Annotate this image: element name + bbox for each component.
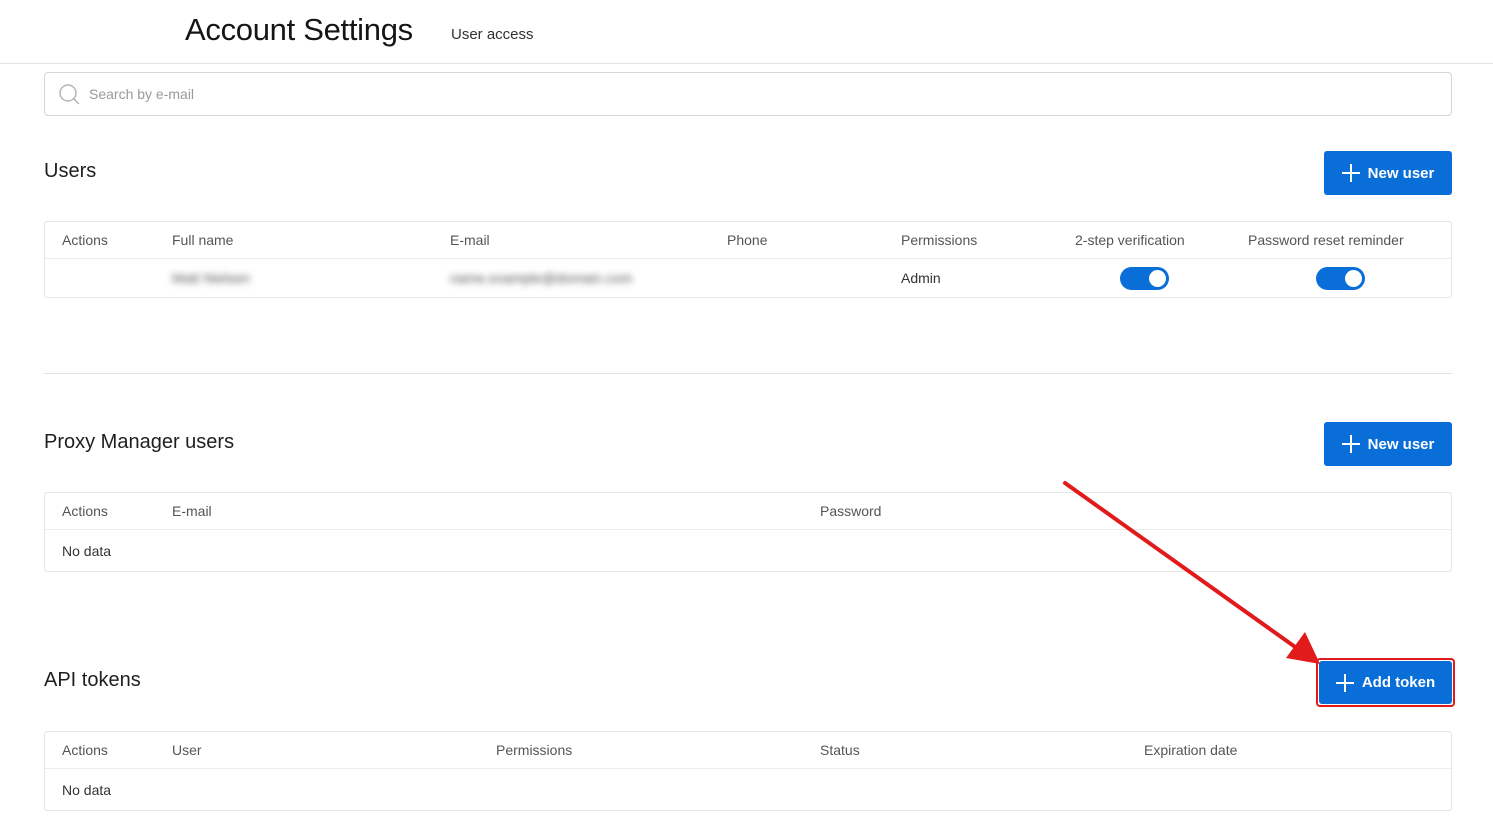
column-header-password-reset-reminder[interactable]: Password reset reminder xyxy=(1248,222,1404,258)
search-input[interactable] xyxy=(89,81,1429,107)
column-header-email[interactable]: E-mail xyxy=(172,493,212,529)
no-data-text: No data xyxy=(62,781,112,798)
password-reset-reminder-toggle[interactable] xyxy=(1316,266,1365,290)
page-title: Account Settings xyxy=(185,12,413,47)
annotation-highlight-box xyxy=(1316,658,1455,707)
column-header-actions: Actions xyxy=(62,232,108,248)
two-step-verification-toggle[interactable] xyxy=(1120,266,1169,290)
column-header-status[interactable]: Status xyxy=(820,732,860,768)
page-header: Account Settings User access xyxy=(0,0,1493,64)
annotation-arrow-icon xyxy=(1063,481,1320,664)
search-icon xyxy=(58,83,80,105)
section-divider xyxy=(44,373,1452,374)
column-header-phone[interactable]: Phone xyxy=(727,222,767,258)
users-table-header: Actions Full name E-mail Phone Permissio… xyxy=(45,222,1451,259)
column-header-permissions[interactable]: Permissions xyxy=(496,732,572,768)
api-tokens-table-header: Actions User Permissions Status Expirati… xyxy=(45,732,1451,769)
password-reset-reminder-cell xyxy=(1316,259,1365,297)
column-header-user[interactable]: User xyxy=(172,732,202,768)
column-header-actions: Actions xyxy=(62,742,108,758)
column-header-permissions[interactable]: Permissions xyxy=(901,222,977,258)
plus-icon xyxy=(1341,164,1360,182)
page-subtitle: User access xyxy=(451,26,534,43)
users-table: Actions Full name E-mail Phone Permissio… xyxy=(44,221,1452,298)
no-data-text: No data xyxy=(62,542,112,559)
new-proxy-manager-user-button[interactable]: New user xyxy=(1324,422,1452,466)
column-header-full-name[interactable]: Full name xyxy=(172,222,233,258)
users-section-title: Users xyxy=(44,160,97,182)
column-header-email[interactable]: E-mail xyxy=(450,222,490,258)
empty-row: No data xyxy=(45,530,1451,571)
two-step-verification-cell xyxy=(1120,259,1169,297)
new-user-button[interactable]: New user xyxy=(1324,151,1452,195)
column-header-actions: Actions xyxy=(62,503,108,519)
new-user-button-label: New user xyxy=(1367,164,1435,182)
proxy-manager-users-table-header: Actions E-mail Password xyxy=(45,493,1451,530)
user-email: name.example@domain.com xyxy=(450,270,633,286)
toggle-knob xyxy=(1149,269,1166,287)
proxy-manager-users-section-title: Proxy Manager users xyxy=(44,431,235,453)
toggle-knob xyxy=(1345,269,1362,287)
column-header-expiration-date[interactable]: Expiration date xyxy=(1144,732,1237,768)
new-proxy-manager-user-button-label: New user xyxy=(1367,435,1435,453)
search-box[interactable] xyxy=(44,72,1452,116)
api-tokens-section-title: API tokens xyxy=(44,669,141,691)
user-full-name: Matt Nielsen xyxy=(172,270,250,286)
api-tokens-table: Actions User Permissions Status Expirati… xyxy=(44,731,1452,811)
plus-icon xyxy=(1341,435,1360,453)
column-header-2-step-verification[interactable]: 2-step verification xyxy=(1075,222,1185,258)
column-header-password: Password xyxy=(820,503,882,519)
proxy-manager-users-table: Actions E-mail Password No data xyxy=(44,492,1452,572)
empty-row: No data xyxy=(45,769,1451,810)
table-row: Matt Nielsen name.example@domain.com Adm… xyxy=(45,259,1451,297)
user-permissions: Admin xyxy=(901,270,941,286)
